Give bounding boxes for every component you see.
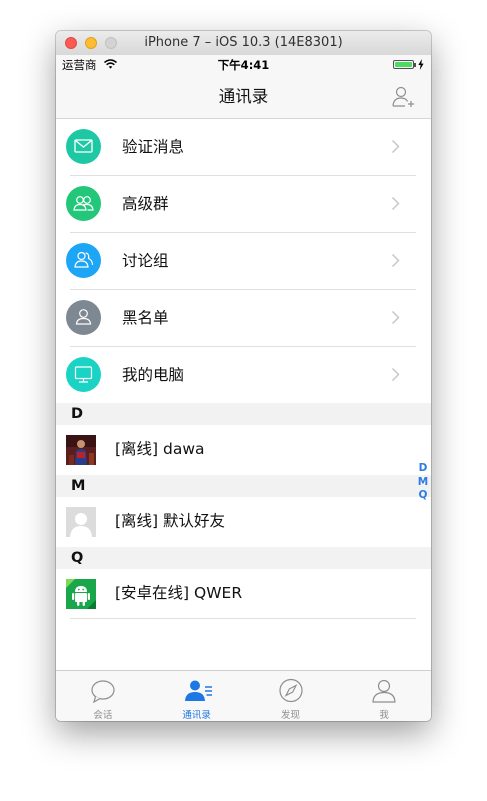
discussion-group-row[interactable]: 讨论组 [56,233,431,290]
tab-sessions[interactable]: 会话 [56,671,150,721]
my-computer-row[interactable]: 我的电脑 [56,347,431,404]
chevron-right-icon [391,310,400,325]
menu-item-label: 黑名单 [122,309,169,327]
row-divider [70,618,416,619]
contact-name: [离线] dawa [115,440,205,458]
profile-icon [372,679,396,703]
group-icon [66,186,101,221]
blacklist-row[interactable]: 黑名单 [56,290,431,347]
chevron-right-icon [391,367,400,382]
menu-item-label: 我的电脑 [122,366,185,384]
contact-name: [离线] 默认好友 [115,512,226,530]
android-avatar-icon [66,579,96,609]
navigation-bar: 通讯录 [56,75,431,119]
index-letter[interactable]: Q [416,489,430,503]
section-header-q: Q [56,547,431,569]
menu-item-label: 验证消息 [122,138,185,156]
section-header-d: D [56,403,431,425]
battery-tip [414,63,416,67]
contact-row-dawa[interactable]: [离线] dawa [56,425,431,475]
window-title: iPhone 7 – iOS 10.3 (14E8301) [144,35,343,50]
tab-label: 我 [379,710,389,721]
simulator-window: iPhone 7 – iOS 10.3 (14E8301) 运营商 下午4:41… [56,31,431,721]
contact-name: [安卓在线] QWER [115,584,243,602]
verify-messages-row[interactable]: 验证消息 [56,119,431,176]
chevron-right-icon [391,196,400,211]
discussion-icon [66,243,101,278]
menu-item-label: 高级群 [122,195,169,213]
charging-icon [418,59,424,70]
compass-icon [278,678,303,703]
avatar [66,435,96,465]
window-titlebar: iPhone 7 – iOS 10.3 (14E8301) [56,31,431,56]
status-time: 下午4:41 [217,58,270,72]
index-letter[interactable]: D [416,462,430,476]
tab-label: 通讯录 [182,710,211,721]
chevron-right-icon [391,139,400,154]
tab-me[interactable]: 我 [337,671,431,721]
tab-contacts[interactable]: 通讯录 [150,671,244,721]
menu-item-label: 讨论组 [122,252,169,270]
default-avatar-icon [66,507,96,537]
mail-icon [66,129,101,164]
add-friend-icon[interactable] [392,85,416,109]
section-index-bar[interactable]: D M Q [416,462,430,503]
tab-discover[interactable]: 发现 [244,671,338,721]
tab-label: 会话 [93,710,113,721]
page-title: 通讯录 [218,87,269,106]
contacts-icon [184,680,212,701]
chat-bubble-icon [91,680,115,704]
monitor-icon [66,357,101,392]
section-letter: Q [71,550,84,566]
tab-label: 发现 [280,710,300,721]
section-letter: M [71,478,86,494]
section-header-m: M [56,475,431,497]
battery-fill [395,62,412,67]
contact-row-qwer[interactable]: [安卓在线] QWER [56,569,431,619]
section-letter: D [71,406,84,422]
person-icon [66,300,101,335]
status-bar: 运营商 下午4:41 [56,55,431,75]
chevron-right-icon [391,253,400,268]
contacts-list[interactable]: 验证消息 高级群 讨论组 黑名单 我的电脑 D [离线] dawa M [离线]… [56,119,431,670]
battery-icon [393,60,414,69]
contact-row-default-friend[interactable]: [离线] 默认好友 [56,497,431,547]
advanced-group-row[interactable]: 高级群 [56,176,431,233]
index-letter[interactable]: M [416,476,430,490]
tab-bar: 会话 通讯录 发现 我 [56,670,431,721]
